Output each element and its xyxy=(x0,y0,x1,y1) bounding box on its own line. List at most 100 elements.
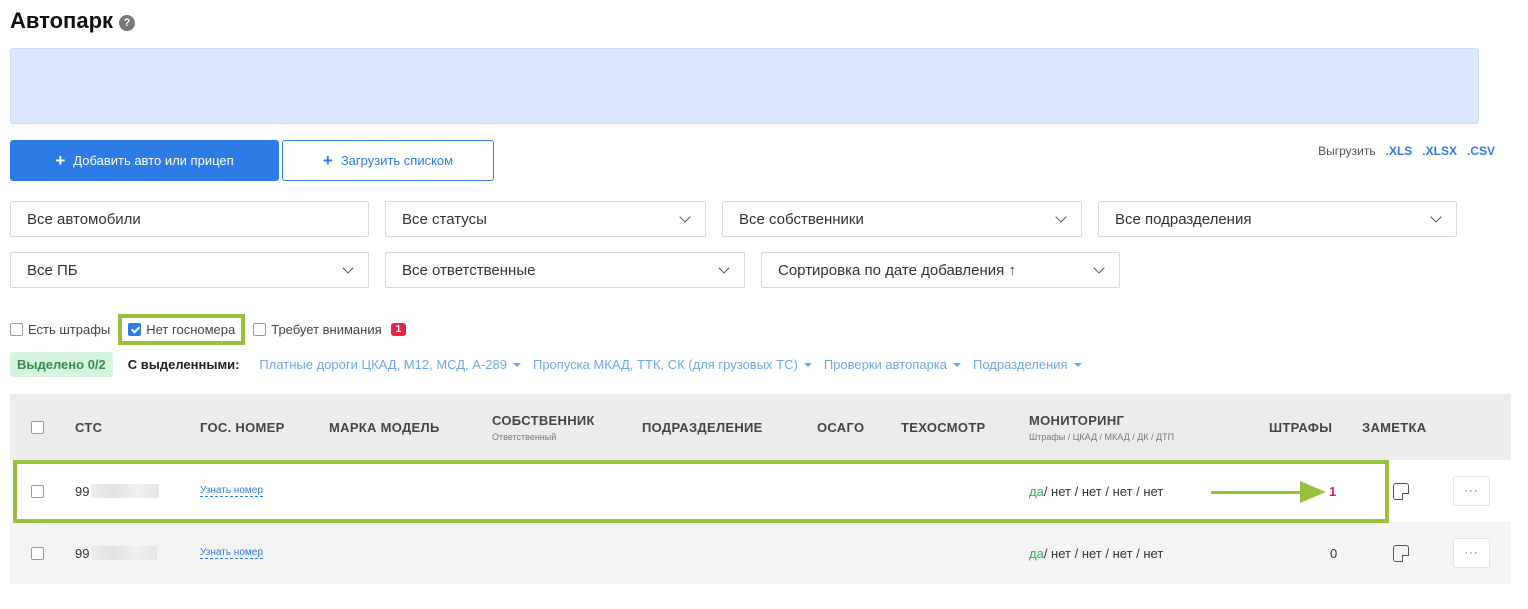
upload-list-label: Загрузить списком xyxy=(340,153,454,168)
pb-filter[interactable]: Все ПБ xyxy=(10,252,369,288)
col-owner[interactable]: СОБСТВЕННИК Ответственный xyxy=(492,394,595,460)
arrow-right-icon xyxy=(1300,481,1326,503)
has-fines-label: Есть штрафы xyxy=(28,322,111,337)
checkbox-box[interactable] xyxy=(10,323,23,336)
attention-count-badge: 1 xyxy=(390,323,407,336)
checkbox-box[interactable] xyxy=(253,323,267,336)
caret-down-icon xyxy=(803,362,812,367)
monitoring-yes: да xyxy=(1029,545,1044,561)
needs-attention-label: Требует внимания xyxy=(271,322,382,337)
find-plate-link[interactable]: Узнать номер xyxy=(200,485,263,497)
col-owner-sublabel: Ответственный xyxy=(492,431,557,442)
select-all-cell[interactable] xyxy=(31,394,44,460)
sts-value: 99 xyxy=(75,545,90,561)
has-fines-checkbox[interactable]: Есть штрафы xyxy=(10,322,110,337)
find-plate-link[interactable]: Узнать номер xyxy=(200,547,263,559)
monitoring-yes: да xyxy=(1029,483,1044,499)
caret-down-icon xyxy=(953,362,962,367)
monitoring-rest: / нет / нет / нет / нет xyxy=(1043,483,1164,499)
note-icon[interactable] xyxy=(1393,482,1409,500)
col-monitoring[interactable]: МОНИТОРИНГ Штрафы / ЦКАД / МКАД / ДК / Д… xyxy=(1029,394,1174,460)
bulk-passes-menu[interactable]: Пропуска МКАД, ТТК, СК (для грузовых ТС) xyxy=(533,357,812,372)
export-label: Выгрузить xyxy=(1318,144,1376,158)
select-all-checkbox[interactable] xyxy=(31,420,44,434)
col-osago[interactable]: ОСАГО xyxy=(817,394,864,460)
fines-cell: 1 xyxy=(1329,460,1336,522)
checkbox-box-checked[interactable] xyxy=(128,323,142,336)
col-sts[interactable]: СТС xyxy=(75,394,102,460)
sts-value: 99 xyxy=(75,483,90,499)
vehicles-table: СТС ГОС. НОМЕР МАРКА МОДЕЛЬ СОБСТВЕННИК … xyxy=(10,394,1511,584)
note-icon[interactable] xyxy=(1393,544,1409,562)
chevron-down-icon xyxy=(342,262,354,274)
export-csv-link[interactable]: .CSV xyxy=(1467,144,1495,158)
note-cell[interactable] xyxy=(1393,460,1409,522)
col-model[interactable]: МАРКА МОДЕЛЬ xyxy=(329,394,440,460)
fines-cell: 0 xyxy=(1330,522,1337,584)
row-checkbox[interactable] xyxy=(31,546,44,560)
monitoring-cell: да / нет / нет / нет / нет xyxy=(1029,460,1163,522)
table-row[interactable]: 99 Узнать номер да / нет / нет / нет / н… xyxy=(10,522,1511,584)
upload-list-button[interactable]: + Загрузить списком xyxy=(282,140,494,181)
export-xlsx-link[interactable]: .XLSX xyxy=(1422,144,1457,158)
owner-filter[interactable]: Все собственники xyxy=(722,201,1082,237)
division-filter[interactable]: Все подразделения xyxy=(1098,201,1457,237)
col-plate[interactable]: ГОС. НОМЕР xyxy=(200,394,285,460)
more-cell: ··· xyxy=(1453,460,1490,522)
plus-icon: + xyxy=(55,151,66,170)
bulk-divisions-menu[interactable]: Подразделения xyxy=(973,357,1082,372)
plate-cell: Узнать номер xyxy=(200,460,263,522)
fines-count[interactable]: 1 xyxy=(1329,484,1336,499)
needs-attention-checkbox[interactable]: Требует внимания 1 xyxy=(253,322,407,337)
bulk-checks-label: Проверки автопарка xyxy=(823,357,948,372)
responsible-filter[interactable]: Все ответственные xyxy=(385,252,745,288)
status-filter[interactable]: Все статусы xyxy=(385,201,706,237)
question-circle-icon[interactable]: ? xyxy=(119,14,136,31)
col-monitoring-sublabel: Штрафы / ЦКАД / МКАД / ДК / ДТП xyxy=(1029,431,1175,442)
add-vehicle-label: Добавить авто или прицеп xyxy=(73,153,234,168)
fines-count[interactable]: 0 xyxy=(1330,546,1337,561)
division-filter-value: Все подразделения xyxy=(1115,210,1252,228)
col-owner-label: СОБСТВЕННИК xyxy=(492,412,595,428)
page-title-text: Автопарк xyxy=(10,8,114,33)
caret-down-icon xyxy=(512,362,521,367)
sts-redacted xyxy=(91,484,160,498)
responsible-filter-value: Все ответственные xyxy=(402,261,536,279)
add-vehicle-button[interactable]: + Добавить авто или прицеп xyxy=(10,140,279,181)
status-filter-value: Все статусы xyxy=(402,210,487,228)
pb-filter-value: Все ПБ xyxy=(27,261,78,279)
bulk-checks-menu[interactable]: Проверки автопарка xyxy=(823,357,962,372)
chevron-down-icon xyxy=(1093,262,1105,274)
row-select-cell[interactable] xyxy=(31,522,44,584)
row-checkbox[interactable] xyxy=(31,484,44,498)
bulk-passes-label: Пропуска МКАД, ТТК, СК (для грузовых ТС) xyxy=(532,357,798,372)
plate-cell: Узнать номер xyxy=(200,522,263,584)
col-division[interactable]: ПОДРАЗДЕЛЕНИЕ xyxy=(642,394,763,460)
chevron-down-icon xyxy=(679,211,691,223)
selected-count-badge: Выделено 0/2 xyxy=(10,352,113,377)
col-note[interactable]: ЗАМЕТКА xyxy=(1362,394,1426,460)
sts-redacted xyxy=(91,546,158,560)
export-xls-link[interactable]: .XLS xyxy=(1386,144,1413,158)
sort-select-value: Сортировка по дате добавления ↑ xyxy=(778,261,1016,279)
plus-icon: + xyxy=(322,151,333,170)
monitoring-cell: да / нет / нет / нет / нет xyxy=(1029,522,1163,584)
quick-filters: Есть штрафы Нет госномера Требует вниман… xyxy=(10,314,407,345)
bulk-actions-bar: Выделено 0/2 С выделенными: Платные доро… xyxy=(10,352,1094,377)
row-select-cell[interactable] xyxy=(31,460,44,522)
no-plate-checkbox[interactable]: Нет госномера xyxy=(118,314,246,345)
owner-filter-value: Все собственники xyxy=(739,210,864,228)
cars-filter[interactable]: Все автомобили xyxy=(10,201,369,237)
col-inspection[interactable]: ТЕХОСМОТР xyxy=(901,394,986,460)
bulk-actions-label: С выделенными: xyxy=(127,357,240,372)
monitoring-rest: / нет / нет / нет / нет xyxy=(1043,545,1164,561)
bulk-toll-roads-menu[interactable]: Платные дороги ЦКАД, М12, МСД, А-289 xyxy=(259,357,521,372)
chevron-down-icon xyxy=(1055,211,1067,223)
no-plate-label: Нет госномера xyxy=(146,322,236,337)
sts-cell: 99 xyxy=(75,460,160,522)
more-actions-button[interactable]: ··· xyxy=(1453,476,1490,506)
more-actions-button[interactable]: ··· xyxy=(1453,538,1490,568)
note-cell[interactable] xyxy=(1393,522,1409,584)
sort-select[interactable]: Сортировка по дате добавления ↑ xyxy=(761,252,1120,288)
col-fines[interactable]: ШТРАФЫ xyxy=(1269,394,1332,460)
